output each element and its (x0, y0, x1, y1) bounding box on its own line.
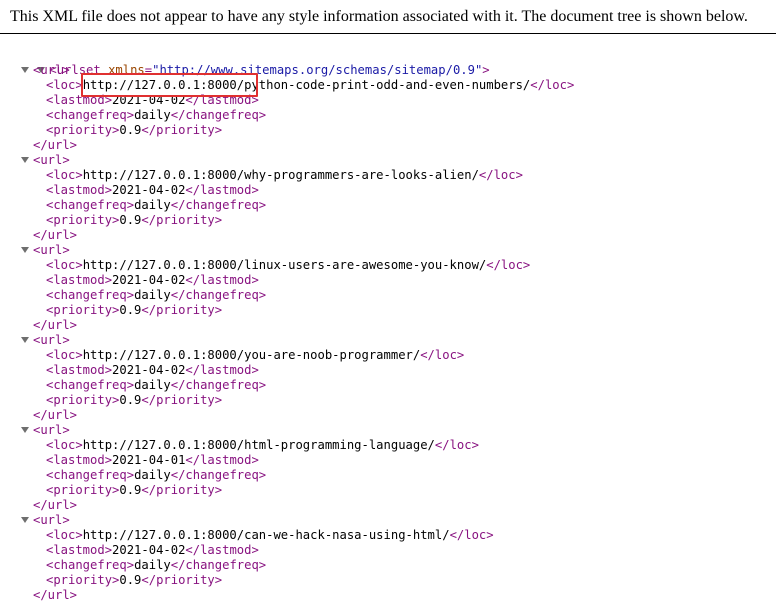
loc-value[interactable]: http://127.0.0.1:8000/html-programming-l… (83, 438, 435, 452)
loc-highlight-box (81, 73, 258, 97)
collapse-triangle-icon[interactable] (21, 247, 29, 253)
url-close-tag: </url> (33, 408, 78, 422)
changefreq-value: daily (134, 378, 171, 392)
priority-element: <priority>0.9</priority> (46, 573, 223, 587)
changefreq-element: <changefreq>daily</changefreq> (46, 378, 267, 392)
url-close-line: </url> (33, 588, 77, 603)
url-close-tag: </url> (33, 228, 78, 242)
url-close-line: </url> (33, 498, 77, 513)
loc-element: <loc>http://127.0.0.1:8000/why-programme… (46, 168, 523, 182)
loc-value[interactable]: http://127.0.0.1:8000/why-programmers-ar… (83, 168, 479, 182)
changefreq-element: <changefreq>daily</changefreq> (46, 108, 267, 122)
url-open-line[interactable]: <url> (21, 153, 70, 168)
url-open-tag: <url> (33, 153, 70, 167)
changefreq-element: <changefreq>daily</changefreq> (46, 198, 267, 212)
changefreq-value: daily (134, 558, 171, 572)
lastmod-value: 2021-04-02 (112, 543, 186, 557)
url-open-line[interactable]: <url> (21, 423, 70, 438)
lastmod-value: 2021-04-02 (112, 363, 186, 377)
priority-value: 0.9 (119, 213, 142, 227)
changefreq-value: daily (134, 468, 171, 482)
url-close-line: </url> (33, 318, 77, 333)
loc-element: <loc>http://127.0.0.1:8000/html-programm… (46, 438, 479, 452)
loc-element: <loc>http://127.0.0.1:8000/linux-users-a… (46, 258, 531, 272)
url-open-tag: <url> (33, 63, 70, 77)
loc-element: <loc>http://127.0.0.1:8000/can-we-hack-n… (46, 528, 494, 542)
url-close-line: </url> (33, 138, 77, 153)
loc-value[interactable]: http://127.0.0.1:8000/you-are-noob-progr… (83, 348, 421, 362)
url-open-line[interactable]: <url> (21, 513, 70, 528)
url-close-line: </url> (33, 228, 77, 243)
priority-element: <priority>0.9</priority> (46, 483, 223, 497)
url-close-tag: </url> (33, 318, 78, 332)
changefreq-element: <changefreq>daily</changefreq> (46, 468, 267, 482)
collapse-triangle-icon[interactable] (21, 337, 29, 343)
changefreq-element: <changefreq>daily</changefreq> (46, 288, 267, 302)
loc-value[interactable]: http://127.0.0.1:8000/can-we-hack-nasa-u… (83, 528, 450, 542)
lastmod-element: <lastmod>2021-04-02</lastmod> (46, 543, 259, 557)
changefreq-value: daily (134, 288, 171, 302)
url-close-line: </url> (33, 408, 77, 423)
lastmod-element: <lastmod>2021-04-01</lastmod> (46, 453, 259, 467)
changefreq-value: daily (134, 198, 171, 212)
priority-value: 0.9 (119, 123, 142, 137)
lastmod-element: <lastmod>2021-04-02</lastmod> (46, 273, 259, 287)
url-close-tag: </url> (33, 498, 78, 512)
changefreq-value: daily (134, 108, 171, 122)
changefreq-element: <changefreq>daily</changefreq> (46, 558, 267, 572)
priority-element: <priority>0.9</priority> (46, 213, 223, 227)
priority-value: 0.9 (119, 303, 142, 317)
lastmod-element: <lastmod>2021-04-02</lastmod> (46, 183, 259, 197)
collapse-triangle-icon[interactable] (21, 157, 29, 163)
lastmod-value: 2021-04-02 (112, 273, 186, 287)
url-open-tag: <url> (33, 513, 70, 527)
collapse-triangle-icon[interactable] (21, 517, 29, 523)
collapse-triangle-icon[interactable] (21, 67, 29, 73)
url-open-tag: <url> (33, 333, 70, 347)
priority-element: <priority>0.9</priority> (46, 123, 223, 137)
priority-value: 0.9 (119, 393, 142, 407)
url-open-tag: <url> (33, 243, 70, 257)
lastmod-value: 2021-04-01 (112, 453, 186, 467)
collapse-triangle-icon[interactable] (21, 427, 29, 433)
url-open-line[interactable]: <url> (21, 333, 70, 348)
priority-value: 0.9 (119, 483, 142, 497)
lastmod-element: <lastmod>2021-04-02</lastmod> (46, 363, 259, 377)
urlset-open-line[interactable]: <urlset xmlns="http://www.sitemaps.org/s… (8, 48, 490, 77)
no-style-info-message: This XML file does not appear to have an… (0, 0, 776, 34)
priority-element: <priority>0.9</priority> (46, 393, 223, 407)
loc-value[interactable]: http://127.0.0.1:8000/linux-users-are-aw… (83, 258, 487, 272)
url-open-line[interactable]: <url> (21, 243, 70, 258)
priority-value: 0.9 (119, 573, 142, 587)
url-close-tag: </url> (33, 138, 78, 152)
lastmod-value: 2021-04-02 (112, 183, 186, 197)
loc-element: <loc>http://127.0.0.1:8000/you-are-noob-… (46, 348, 465, 362)
url-open-line[interactable]: <url> (21, 63, 70, 78)
url-open-tag: <url> (33, 423, 70, 437)
priority-element: <priority>0.9</priority> (46, 303, 223, 317)
url-close-tag: </url> (33, 588, 78, 602)
